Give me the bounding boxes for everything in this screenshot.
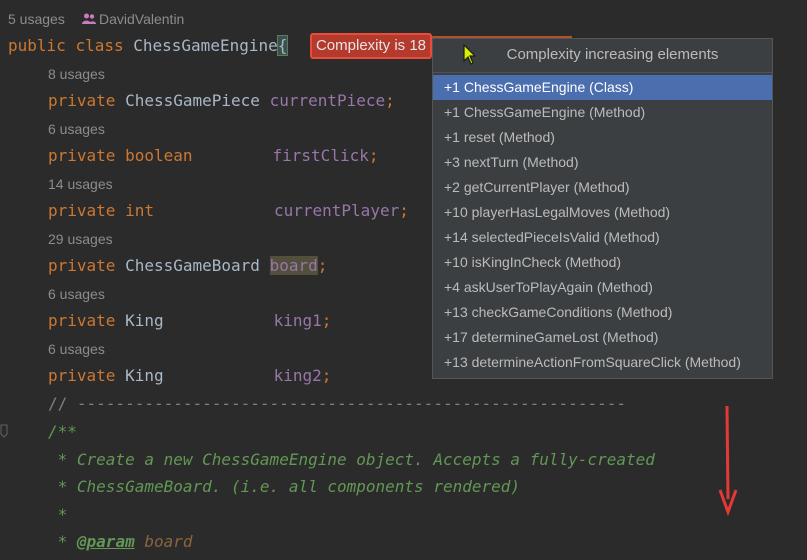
field-type: int <box>125 201 154 220</box>
field-usages-hint[interactable]: 8 usages <box>48 66 105 82</box>
field-name: currentPlayer <box>273 201 400 220</box>
keyword-class: class <box>75 36 124 55</box>
field-king2[interactable]: private King king2; <box>48 366 331 386</box>
red-arrow-icon <box>718 405 738 516</box>
javadoc-line-2[interactable]: * ChessGameBoard. (i.e. all components r… <box>48 477 520 497</box>
field-modifier: private <box>48 366 116 385</box>
field-type: boolean <box>125 146 193 165</box>
field-name: king2 <box>273 366 322 385</box>
javadoc-param-line[interactable]: * @param board <box>48 532 193 552</box>
list-item[interactable]: +10 isKingInCheck (Method) <box>433 250 772 275</box>
keyword-public: public <box>8 36 66 55</box>
complexity-popup[interactable]: Complexity increasing elements +1 ChessG… <box>432 38 773 379</box>
user-icon <box>82 13 96 24</box>
list-item[interactable]: +13 determineActionFromSquareClick (Meth… <box>433 350 772 375</box>
field-type: ChessGamePiece <box>125 91 260 110</box>
mouse-cursor-icon <box>463 44 476 65</box>
semicolon: ; <box>317 256 328 275</box>
field-name: firstClick <box>272 146 369 165</box>
field-modifier: private <box>48 146 116 165</box>
class-name: ChessGameEngine <box>133 36 278 55</box>
javadoc-param-tag: @param <box>76 532 135 551</box>
complexity-badge[interactable]: Complexity is 18 <box>310 33 432 59</box>
field-board[interactable]: private ChessGameBoard board; <box>48 256 327 276</box>
usages-count: 5 usages <box>8 11 65 27</box>
author-name: DavidValentin <box>99 11 185 27</box>
semicolon: ; <box>368 146 379 165</box>
list-item[interactable]: +1 reset (Method) <box>433 125 772 150</box>
field-first-click[interactable]: private boolean firstClick; <box>48 146 378 166</box>
field-type: ChessGameBoard <box>125 256 260 275</box>
field-type: King <box>125 311 164 330</box>
open-brace: { <box>276 35 289 56</box>
semicolon: ; <box>385 91 395 110</box>
field-name: currentPiece <box>269 91 386 110</box>
list-item[interactable]: +2 getCurrentPlayer (Method) <box>433 175 772 200</box>
field-king1[interactable]: private King king1; <box>48 311 331 331</box>
separator-comment[interactable]: // -------------------------------------… <box>48 394 626 414</box>
field-modifier: private <box>48 91 116 110</box>
semicolon: ; <box>321 366 332 385</box>
class-declaration[interactable]: public class ChessGameEngine{ <box>8 35 289 56</box>
field-name: king1 <box>273 311 322 330</box>
javadoc-param-name: board <box>144 532 193 551</box>
list-item[interactable]: +17 determineGameLost (Method) <box>433 325 772 350</box>
javadoc-open[interactable]: /** <box>48 422 77 442</box>
field-modifier: private <box>48 201 116 220</box>
list-item[interactable]: +3 nextTurn (Method) <box>433 150 772 175</box>
field-usages-hint[interactable]: 29 usages <box>48 231 113 247</box>
list-item[interactable]: +1 ChessGameEngine (Method) <box>433 100 772 125</box>
list-item[interactable]: +10 playerHasLegalMoves (Method) <box>433 200 772 225</box>
class-usages-hint[interactable]: 5 usages <box>8 11 65 27</box>
list-item[interactable]: +14 selectedPieceIsValid (Method) <box>433 225 772 250</box>
field-usages-hint[interactable]: 14 usages <box>48 176 113 192</box>
field-usages-hint[interactable]: 6 usages <box>48 286 105 302</box>
list-item[interactable]: +13 checkGameConditions (Method) <box>433 300 772 325</box>
field-current-player[interactable]: private int currentPlayer; <box>48 201 409 221</box>
list-item[interactable]: +4 askUserToPlayAgain (Method) <box>433 275 772 300</box>
field-modifier: private <box>48 311 116 330</box>
javadoc-line-1[interactable]: * Create a new ChessGameEngine object. A… <box>48 450 655 470</box>
popup-title: Complexity increasing elements <box>433 39 772 73</box>
author-hint[interactable]: DavidValentin <box>82 11 184 27</box>
javadoc-star: * <box>48 532 77 551</box>
field-modifier: private <box>48 256 116 275</box>
field-name: board <box>269 256 318 275</box>
semicolon: ; <box>399 201 409 220</box>
complexity-list[interactable]: +1 ChessGameEngine (Class) +1 ChessGameE… <box>433 75 772 375</box>
fold-marker-icon[interactable] <box>0 424 8 438</box>
javadoc-line-3[interactable]: * <box>48 505 68 525</box>
field-usages-hint[interactable]: 6 usages <box>48 121 105 137</box>
semicolon: ; <box>321 311 332 330</box>
field-type: King <box>125 366 164 385</box>
field-current-piece[interactable]: private ChessGamePiece currentPiece; <box>48 91 395 111</box>
list-item[interactable]: +1 ChessGameEngine (Class) <box>433 75 772 100</box>
field-usages-hint[interactable]: 6 usages <box>48 341 105 357</box>
